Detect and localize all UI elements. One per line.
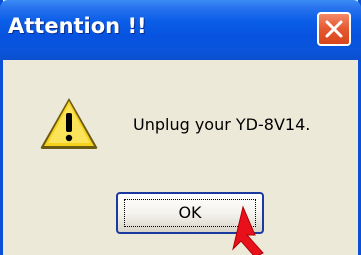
dialog-title: Attention !! — [8, 14, 147, 38]
title-bar[interactable]: Attention !! — [0, 0, 361, 60]
dialog-window: Attention !! Unplug your YD-8V14. OK — [0, 0, 361, 255]
dialog-message: Unplug your YD-8V14. — [133, 115, 311, 134]
pointer-arrow-icon — [232, 205, 264, 255]
warning-icon — [40, 98, 98, 149]
close-button[interactable] — [317, 12, 351, 46]
close-icon — [325, 20, 343, 38]
